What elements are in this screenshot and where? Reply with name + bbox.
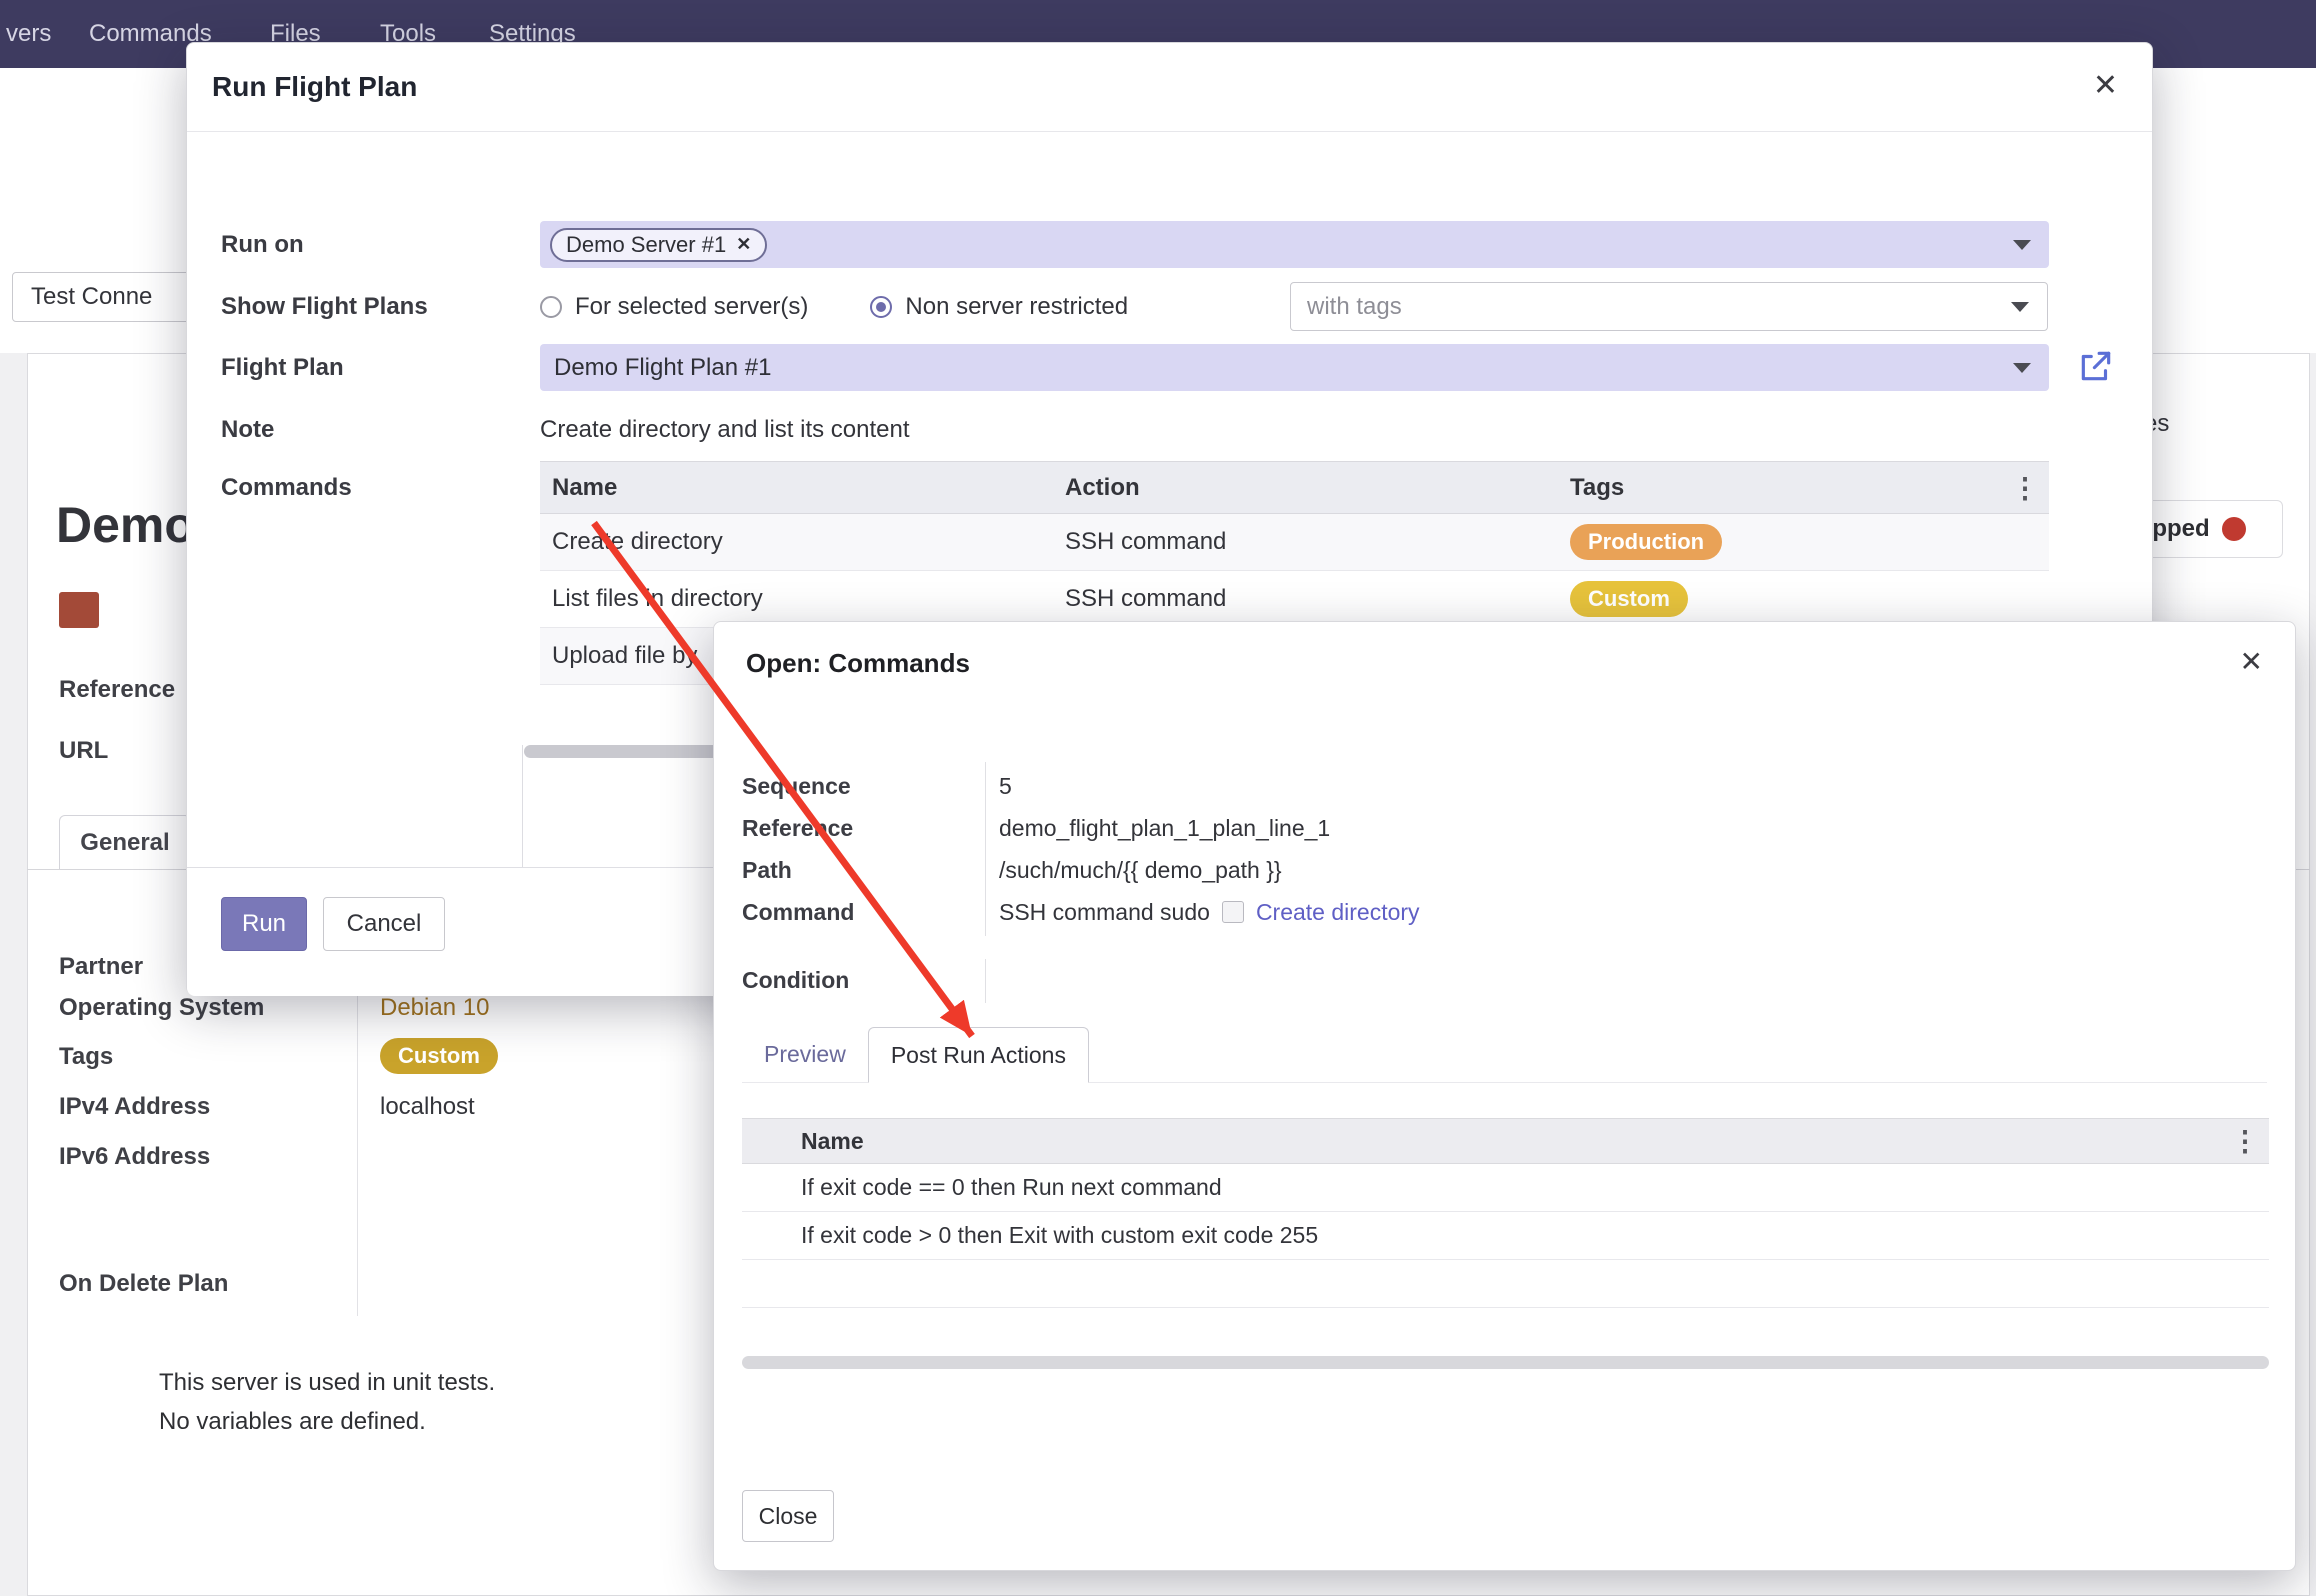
radio-non-server-restricted[interactable] [870,296,892,318]
tab-preview[interactable]: Preview [742,1027,868,1082]
caret-down-icon [2013,240,2031,250]
table-header: Name ⋮ [742,1118,2269,1164]
modal-title: Open: Commands [746,648,970,679]
run-button[interactable]: Run [221,897,307,951]
value-reference: demo_flight_plan_1_plan_line_1 [985,815,1330,842]
field-path: Path /such/much/{{ demo_path }} [742,849,1282,891]
tab-general[interactable]: General [59,815,191,870]
table-row[interactable]: List files in directory SSH command Cust… [540,571,2049,628]
note-value: Create directory and list its content [540,409,910,451]
caret-down-icon [2011,302,2029,312]
radio-for-selected-servers[interactable] [540,296,562,318]
with-tags-select[interactable]: with tags [1290,282,2048,331]
chip-remove-icon[interactable]: ✕ [736,234,751,255]
command-text: SSH command sudo [999,899,1210,926]
field-reference: Reference demo_flight_plan_1_plan_line_1 [742,807,1330,849]
open-commands-modal: Open: Commands ✕ Sequence 5 Reference de… [713,621,2296,1571]
label-tags: Tags [59,1043,113,1071]
field-condition: Condition [742,959,985,1001]
modal-header: Run Flight Plan [187,43,2152,132]
unit-test-note-line2: No variables are defined. [159,1408,426,1436]
status-dot-icon [2222,517,2246,541]
label-condition: Condition [742,967,985,994]
flight-plan-select[interactable]: Demo Flight Plan #1 [540,344,2049,391]
form-divider [357,948,358,1316]
with-tags-placeholder: with tags [1291,293,1402,321]
external-link-icon[interactable] [2077,347,2115,385]
post-run-actions-table: Name ⋮ If exit code == 0 then Run next c… [742,1118,2269,1308]
table-row[interactable]: If exit code == 0 then Run next command [742,1164,2269,1212]
screen: vers Commands Files Tools Settings Test … [0,0,2316,1596]
tag-badge-production: Production [1570,524,1722,560]
label-run-on: Run on [221,221,304,268]
kebab-menu-icon[interactable]: ⋮ [2011,471,2039,504]
unit-test-note-line1: This server is used in unit tests. [159,1369,495,1397]
close-icon[interactable]: ✕ [2093,71,2118,101]
tag-badge-custom: Custom [380,1038,498,1074]
horizontal-scrollbar[interactable] [742,1356,2269,1369]
modal-title: Run Flight Plan [212,71,417,103]
label-ipv6: IPv6 Address [59,1143,210,1171]
label-show-flight-plans: Show Flight Plans [221,282,428,331]
value-command: SSH command sudo Create directory [985,899,1420,926]
cell-action: SSH command [1053,585,1558,613]
commands-table-header: Name Action Tags ⋮ [540,461,2049,514]
tag-badge-custom: Custom [1570,581,1688,617]
cell-tags: Production [1558,524,2049,560]
value-ipv4: localhost [380,1093,475,1121]
value-operating-system[interactable]: Debian 10 [380,994,489,1022]
kebab-menu-icon[interactable]: ⋮ [2231,1125,2259,1158]
col-header-action[interactable]: Action [1053,474,1558,502]
table-row[interactable]: If exit code > 0 then Exit with custom e… [742,1212,2269,1260]
cell-tags: Custom [1558,581,2049,617]
label-path: Path [742,857,985,884]
notebook-tabs: Preview Post Run Actions [742,1027,2267,1083]
field-divider [985,959,986,1003]
server-chip-label: Demo Server #1 [566,232,726,258]
label-ipv4: IPv4 Address [59,1093,210,1121]
server-chip[interactable]: Demo Server #1 ✕ [550,228,767,262]
sudo-checkbox[interactable] [1222,901,1244,923]
status-text: pped [2152,515,2209,543]
flight-plan-value: Demo Flight Plan #1 [540,354,771,382]
cell-name: List files in directory [540,585,1053,613]
label-commands: Commands [221,467,352,509]
close-button[interactable]: Close [742,1490,834,1542]
label-operating-system: Operating System [59,994,264,1022]
tab-post-run-actions[interactable]: Post Run Actions [868,1027,1089,1083]
table-row-empty [742,1260,2269,1308]
table-row[interactable]: Create directory SSH command Production [540,514,2049,571]
label-reference: Reference [742,815,985,842]
label-partner: Partner [59,953,143,981]
label-on-delete-plan: On Delete Plan [59,1270,228,1298]
cancel-button[interactable]: Cancel [323,897,445,951]
label-flight-plan: Flight Plan [221,344,344,391]
cell-name: Create directory [540,528,1053,556]
radio-label-for-selected-servers[interactable]: For selected server(s) [575,293,808,321]
label-reference: Reference [59,676,175,704]
record-title: Demo [56,496,195,554]
radio-label-non-server-restricted[interactable]: Non server restricted [905,293,1128,321]
color-swatch[interactable] [59,592,99,628]
col-header-name[interactable]: Name [742,1128,864,1155]
flight-plan-filter-radios: For selected server(s) Non server restri… [540,282,1128,331]
field-sequence: Sequence 5 [742,765,1012,807]
label-note: Note [221,409,274,451]
nav-item-servers[interactable]: vers [6,0,51,68]
table-edge-line [522,745,523,867]
run-on-field[interactable]: Demo Server #1 ✕ [540,221,2049,268]
col-header-tags[interactable]: Tags [1558,474,2049,502]
field-command: Command SSH command sudo Create director… [742,891,1420,933]
label-url: URL [59,737,108,765]
cell-action: SSH command [1053,528,1558,556]
caret-down-icon [2013,363,2031,373]
value-path: /such/much/{{ demo_path }} [985,857,1282,884]
label-command: Command [742,899,985,926]
create-directory-link[interactable]: Create directory [1256,899,1420,926]
value-sequence: 5 [985,773,1012,800]
label-sequence: Sequence [742,773,985,800]
col-header-name[interactable]: Name [540,474,1053,502]
close-icon[interactable]: ✕ [2240,648,2263,676]
